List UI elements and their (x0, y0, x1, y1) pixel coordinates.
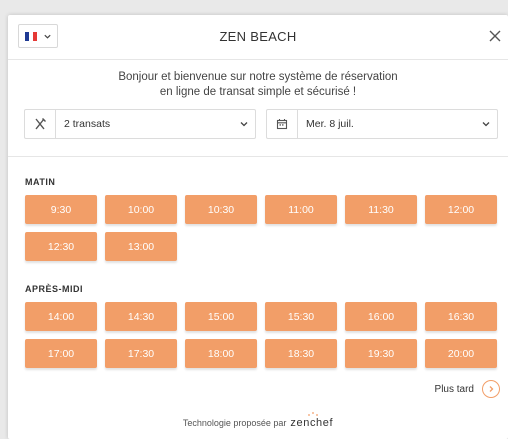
modal-header: ZEN BEACH (8, 15, 508, 60)
afternoon-label: APRÈS-MIDI (25, 284, 84, 294)
later-label: Plus tard (434, 383, 474, 395)
footer: Technologie proposée par zenchef (8, 412, 508, 429)
welcome-text: Bonjour et bienvenue sur notre système d… (8, 70, 508, 100)
time-slot-button[interactable]: 14:30 (105, 302, 177, 331)
time-slot-button[interactable]: 18:00 (185, 339, 257, 368)
time-slot-button[interactable]: 10:30 (185, 195, 257, 224)
time-slot-button[interactable]: 12:00 (425, 195, 497, 224)
date-value: Mer. 8 juil. (306, 118, 354, 130)
divider (8, 156, 508, 157)
guests-select[interactable]: 2 transats (24, 109, 256, 139)
brand-logo: zenchef (290, 412, 334, 429)
footer-text: Technologie proposée par (182, 418, 287, 428)
time-slot-button[interactable]: 11:30 (345, 195, 417, 224)
chevron-right-icon[interactable] (482, 380, 500, 398)
later-link[interactable]: Plus tard (435, 380, 500, 398)
chevron-down-icon (240, 122, 248, 127)
morning-slots: 9:30 10:00 10:30 11:00 11:30 12:00 12:30 13:00 (25, 195, 497, 261)
time-slot-button[interactable]: 15:30 (265, 302, 337, 331)
time-slot-button[interactable]: 13:00 (105, 232, 177, 261)
calendar-icon (267, 110, 298, 138)
time-slot-button[interactable]: 16:00 (345, 302, 417, 331)
morning-label: MATIN (25, 177, 56, 187)
time-slot-button[interactable]: 10:00 (105, 195, 177, 224)
time-slot-button[interactable]: 12:30 (25, 232, 97, 261)
time-slot-button[interactable]: 16:30 (425, 302, 497, 331)
brand-name: zenchef (290, 417, 334, 429)
close-icon[interactable] (486, 27, 504, 45)
booking-modal: ZEN BEACH Bonjour et bienvenue sur notre… (8, 15, 508, 439)
selectors: 2 transats Mer. 8 juil. (24, 109, 498, 139)
guests-value: 2 transats (64, 118, 111, 130)
time-slot-button[interactable]: 15:00 (185, 302, 257, 331)
time-slot-button[interactable]: 19:30 (345, 339, 417, 368)
utensils-icon (25, 110, 56, 138)
page-title: ZEN BEACH (219, 29, 297, 44)
brand-dots-icon (308, 412, 319, 416)
time-slot-button[interactable]: 20:00 (425, 339, 497, 368)
chevron-down-icon (482, 122, 490, 127)
welcome-line-1: Bonjour et bienvenue sur notre système d… (118, 71, 398, 83)
afternoon-slots: 14:00 14:30 15:00 15:30 16:00 16:30 17:00 17:30… (25, 302, 497, 368)
date-select[interactable]: Mer. 8 juil. (266, 109, 498, 139)
time-slot-button[interactable]: 17:30 (105, 339, 177, 368)
time-slot-button[interactable]: 18:30 (265, 339, 337, 368)
time-slot-button[interactable]: 14:00 (25, 302, 97, 331)
welcome-line-2: en ligne de transat simple et sécurisé ! (159, 86, 357, 98)
time-slot-button[interactable]: 9:30 (25, 195, 97, 224)
time-slot-button[interactable]: 17:00 (25, 339, 97, 368)
time-slot-button[interactable]: 11:00 (265, 195, 337, 224)
